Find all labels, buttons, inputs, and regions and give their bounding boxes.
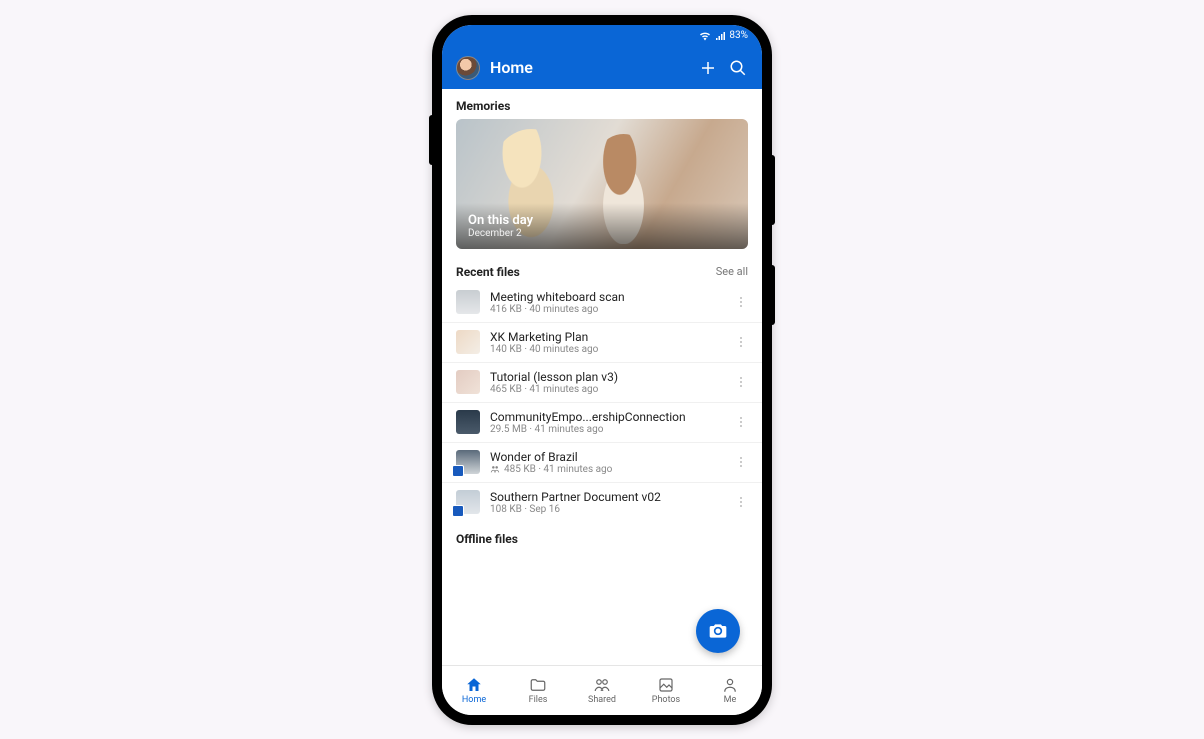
file-meta: 416 KB · 40 minutes ago <box>490 304 724 315</box>
nav-files[interactable]: Files <box>506 666 570 715</box>
nav-home[interactable]: Home <box>442 666 506 715</box>
file-meta: 140 KB · 40 minutes ago <box>490 344 724 355</box>
file-list: Meeting whiteboard scan416 KB · 40 minut… <box>442 283 762 522</box>
file-row[interactable]: Meeting whiteboard scan416 KB · 40 minut… <box>442 283 762 323</box>
file-thumbnail <box>456 290 480 314</box>
bottom-nav: Home Files Shared Photos Me <box>442 665 762 715</box>
nav-label: Home <box>462 695 486 705</box>
more-button[interactable] <box>734 497 748 507</box>
recent-label: Recent files <box>456 265 520 279</box>
nav-me[interactable]: Me <box>698 666 762 715</box>
signal-icon <box>715 31 725 41</box>
file-info: Tutorial (lesson plan v3)465 KB · 41 min… <box>490 370 724 395</box>
file-thumbnail <box>456 490 480 514</box>
screen: 83% Home Memories On this day December 2 <box>442 25 762 715</box>
file-meta: 108 KB · Sep 16 <box>490 504 724 515</box>
more-button[interactable] <box>734 377 748 387</box>
file-thumbnail <box>456 330 480 354</box>
photos-icon <box>657 676 675 694</box>
status-bar: 83% <box>442 25 762 47</box>
nav-label: Photos <box>652 695 680 705</box>
file-info: XK Marketing Plan140 KB · 40 minutes ago <box>490 330 724 355</box>
offline-label: Offline files <box>442 522 762 552</box>
nav-shared[interactable]: Shared <box>570 666 634 715</box>
memory-card[interactable]: On this day December 2 <box>456 119 748 249</box>
home-icon <box>465 676 483 694</box>
page-title: Home <box>490 58 688 77</box>
file-name: Meeting whiteboard scan <box>490 290 724 304</box>
app-bar: Home <box>442 47 762 89</box>
file-name: Southern Partner Document v02 <box>490 490 724 504</box>
more-button[interactable] <box>734 337 748 347</box>
file-thumbnail <box>456 450 480 474</box>
recent-header: Recent files See all <box>442 255 762 283</box>
content-scroll[interactable]: Memories On this day December 2 Recent f… <box>442 89 762 665</box>
avatar[interactable] <box>456 56 480 80</box>
nav-label: Me <box>724 695 737 705</box>
file-thumbnail <box>456 370 480 394</box>
memories-label: Memories <box>442 89 762 119</box>
search-button[interactable] <box>728 58 748 78</box>
file-info: Southern Partner Document v02108 KB · Se… <box>490 490 724 515</box>
file-row[interactable]: CommunityEmpo...ershipConnection29.5 MB … <box>442 403 762 443</box>
file-thumbnail <box>456 410 480 434</box>
nav-label: Files <box>529 695 548 705</box>
file-name: CommunityEmpo...ershipConnection <box>490 410 724 424</box>
phone-frame: 83% Home Memories On this day December 2 <box>432 15 772 725</box>
file-info: Wonder of Brazil485 KB · 41 minutes ago <box>490 450 724 475</box>
add-button[interactable] <box>698 58 718 78</box>
file-info: Meeting whiteboard scan416 KB · 40 minut… <box>490 290 724 315</box>
memory-title: On this day <box>468 213 736 228</box>
file-name: Tutorial (lesson plan v3) <box>490 370 724 384</box>
file-row[interactable]: Southern Partner Document v02108 KB · Se… <box>442 483 762 522</box>
nav-label: Shared <box>588 695 616 705</box>
file-name: Wonder of Brazil <box>490 450 724 464</box>
more-button[interactable] <box>734 457 748 467</box>
memory-overlay: On this day December 2 <box>456 203 748 249</box>
camera-fab[interactable] <box>696 609 740 653</box>
more-button[interactable] <box>734 417 748 427</box>
camera-icon <box>708 621 728 641</box>
nav-photos[interactable]: Photos <box>634 666 698 715</box>
file-meta: 485 KB · 41 minutes ago <box>490 464 724 475</box>
file-meta: 465 KB · 41 minutes ago <box>490 384 724 395</box>
shared-icon <box>593 676 611 694</box>
file-meta: 29.5 MB · 41 minutes ago <box>490 424 724 435</box>
search-icon <box>729 59 747 77</box>
file-row[interactable]: Wonder of Brazil485 KB · 41 minutes ago <box>442 443 762 483</box>
see-all-link[interactable]: See all <box>716 265 748 278</box>
file-row[interactable]: Tutorial (lesson plan v3)465 KB · 41 min… <box>442 363 762 403</box>
more-button[interactable] <box>734 297 748 307</box>
wifi-icon <box>699 31 711 41</box>
folder-icon <box>529 676 547 694</box>
battery-text: 83% <box>729 30 748 41</box>
file-row[interactable]: XK Marketing Plan140 KB · 40 minutes ago <box>442 323 762 363</box>
memory-subtitle: December 2 <box>468 228 736 239</box>
file-info: CommunityEmpo...ershipConnection29.5 MB … <box>490 410 724 435</box>
file-name: XK Marketing Plan <box>490 330 724 344</box>
person-icon <box>721 676 739 694</box>
